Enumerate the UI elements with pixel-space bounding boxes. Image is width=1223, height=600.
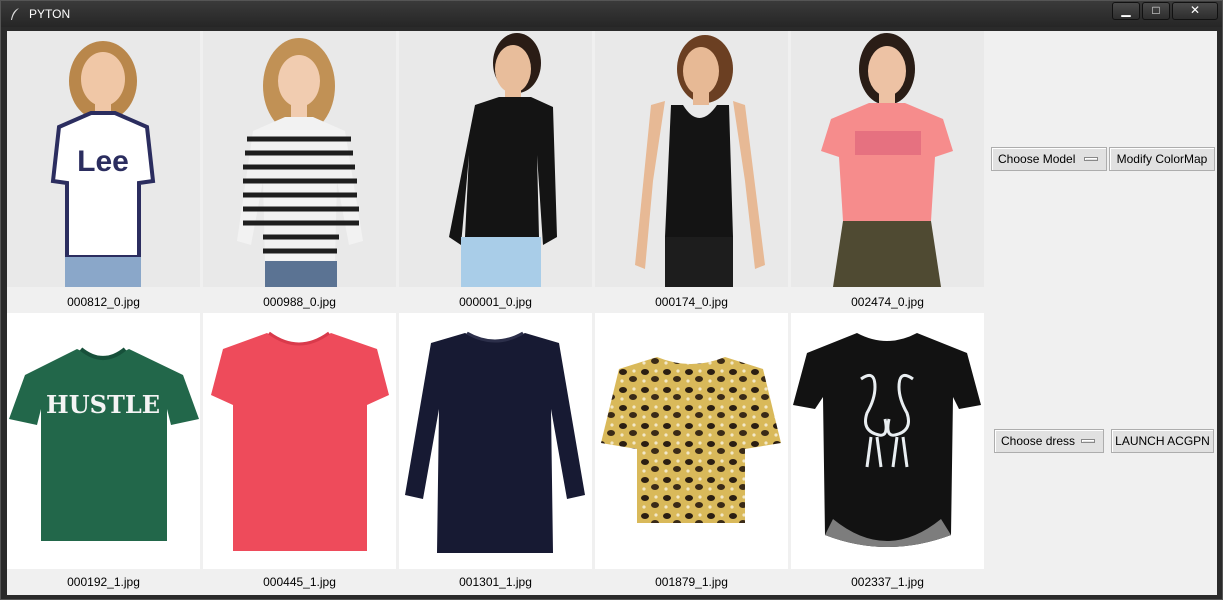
dress-figure: [793, 333, 981, 547]
model-figure: [821, 33, 953, 287]
dress-figure: HUSTLE: [9, 347, 199, 541]
dress-filename: 000192_1.jpg: [67, 575, 140, 589]
window-title: PYTON: [29, 7, 71, 21]
modify-colormap-button[interactable]: Modify ColorMap: [1109, 147, 1215, 171]
app-window: PYTON ▁ □ ✕ Lee 000812_0.jpg 000988_0.jp…: [0, 0, 1223, 600]
hustle-print: HUSTLE: [46, 390, 160, 419]
model-image[interactable]: [203, 31, 396, 287]
dress-filename: 001301_1.jpg: [459, 575, 532, 589]
choose-model-label: Choose Model: [998, 152, 1076, 166]
model-filename: 000174_0.jpg: [655, 295, 728, 309]
dropdown-indicator-icon: [1084, 157, 1098, 161]
dress-filename: 001879_1.jpg: [655, 575, 728, 589]
feather-icon: [11, 8, 19, 20]
dress-figure: [405, 331, 585, 553]
dropdown-indicator-icon: [1081, 439, 1095, 443]
model-figure: Lee: [50, 41, 156, 287]
dress-image[interactable]: HUSTLE: [7, 313, 200, 569]
model-filename: 000988_0.jpg: [263, 295, 336, 309]
main-panel: Lee 000812_0.jpg 000988_0.jpg 000001_0.j…: [7, 31, 1217, 595]
model-figure: [635, 35, 765, 287]
dress-image[interactable]: [399, 313, 592, 569]
model-image[interactable]: [595, 31, 788, 287]
lee-logo: Lee: [77, 145, 129, 178]
choose-dress-dropdown[interactable]: Choose dress: [994, 429, 1104, 453]
model-image[interactable]: [399, 31, 592, 287]
model-figure: [449, 33, 557, 287]
model-filename: 002474_0.jpg: [851, 295, 924, 309]
dress-filename: 000445_1.jpg: [263, 575, 336, 589]
choose-dress-label: Choose dress: [1001, 434, 1076, 448]
close-button[interactable]: ✕: [1172, 2, 1218, 20]
model-filename: 000001_0.jpg: [459, 295, 532, 309]
dress-image[interactable]: [595, 313, 788, 569]
title-bar: PYTON ▁ □ ✕: [1, 1, 1222, 27]
model-figure: [237, 38, 363, 287]
model-image[interactable]: [791, 31, 984, 287]
model-filename: 000812_0.jpg: [67, 295, 140, 309]
model-image[interactable]: Lee: [7, 31, 200, 287]
dress-filename: 002337_1.jpg: [851, 575, 924, 589]
launch-acgpn-button[interactable]: LAUNCH ACGPN: [1111, 429, 1214, 453]
choose-model-dropdown[interactable]: Choose Model: [991, 147, 1107, 171]
dress-figure: [211, 331, 389, 551]
minimize-button[interactable]: ▁: [1112, 2, 1140, 20]
dress-figure: [601, 357, 781, 523]
dress-image[interactable]: [203, 313, 396, 569]
dress-image[interactable]: [791, 313, 984, 569]
maximize-button[interactable]: □: [1142, 2, 1170, 20]
